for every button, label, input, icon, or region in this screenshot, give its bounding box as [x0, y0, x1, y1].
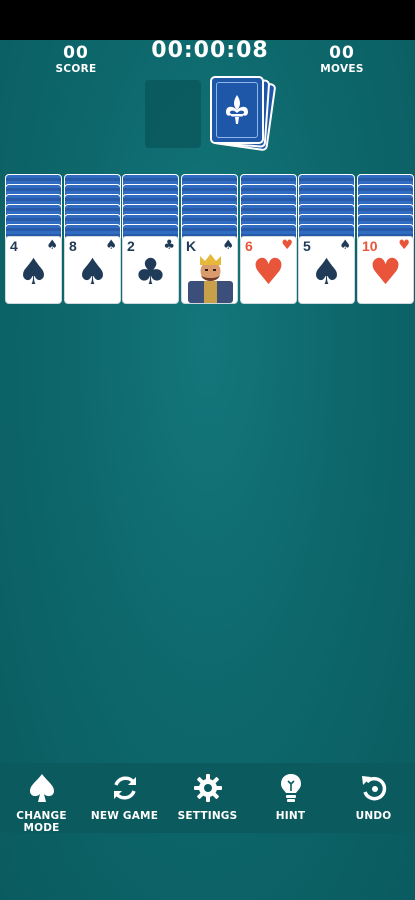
tableau-column[interactable]: K ♠ [181, 174, 238, 304]
settings-button[interactable]: SETTINGS [166, 771, 249, 822]
face-up-card[interactable]: 2 ♣ ♣ [122, 236, 179, 304]
club-pip-icon: ♣ [134, 252, 167, 293]
change-mode-button[interactable]: CHANGE MODE [0, 771, 83, 834]
foundation-slot [145, 80, 201, 148]
score-label: SCORE [55, 63, 97, 75]
moves-label: MOVES [320, 63, 364, 75]
stock-pile[interactable] [210, 76, 277, 152]
score-display: 00 SCORE [44, 44, 108, 76]
fleur-de-lis-icon [226, 95, 248, 124]
lightbulb-icon [249, 771, 332, 805]
tableau-column[interactable]: 8 ♠ ♠ [64, 174, 121, 304]
face-up-card[interactable]: 5 ♠ ♠ [298, 236, 355, 304]
moves-display: 00 MOVES [310, 44, 374, 76]
settings-label: SETTINGS [177, 810, 238, 822]
tableau-column[interactable]: 2 ♣ ♣ [122, 174, 179, 304]
spade-pip-icon: ♠ [76, 252, 109, 293]
gear-icon [166, 771, 249, 805]
heart-pip-icon: ♥ [369, 252, 402, 293]
king-portrait-icon [188, 254, 233, 303]
refresh-icon [83, 771, 166, 805]
undo-icon [332, 771, 415, 805]
hint-label: HINT [275, 810, 306, 822]
face-up-card[interactable]: 10 ♥ ♥ [357, 236, 414, 304]
spade-icon [0, 771, 83, 805]
undo-label: UNDO [355, 810, 392, 822]
stock-card-top [210, 76, 264, 144]
face-up-card[interactable]: 6 ♥ ♥ [240, 236, 297, 304]
face-up-card[interactable]: 8 ♠ ♠ [64, 236, 121, 304]
score-value: 00 [63, 43, 89, 63]
undo-button[interactable]: UNDO [332, 771, 415, 822]
new-game-button[interactable]: NEW GAME [83, 771, 166, 822]
spade-pip-icon: ♠ [310, 252, 343, 293]
heart-pip-icon: ♥ [252, 252, 285, 293]
tableau-column[interactable]: 10 ♥ ♥ [357, 174, 414, 304]
tableau-column[interactable]: 5 ♠ ♠ [298, 174, 355, 304]
new-game-label: NEW GAME [90, 810, 159, 822]
hint-button[interactable]: HINT [249, 771, 332, 822]
face-up-card[interactable]: K ♠ [181, 236, 238, 304]
change-mode-label: CHANGE MODE [16, 810, 67, 834]
card-back-pattern [216, 82, 258, 138]
game-timer: 00:00:08 [151, 38, 269, 63]
bottom-toolbar: CHANGE MODE NEW GAME SETTINGS HINT UNDO [0, 763, 415, 834]
tableau-column[interactable]: 4 ♠ ♠ [5, 174, 62, 304]
moves-value: 00 [329, 43, 355, 63]
face-up-card[interactable]: 4 ♠ ♠ [5, 236, 62, 304]
spade-pip-icon: ♠ [17, 252, 50, 293]
tableau-column[interactable]: 6 ♥ ♥ [240, 174, 297, 304]
status-bar [0, 0, 415, 40]
